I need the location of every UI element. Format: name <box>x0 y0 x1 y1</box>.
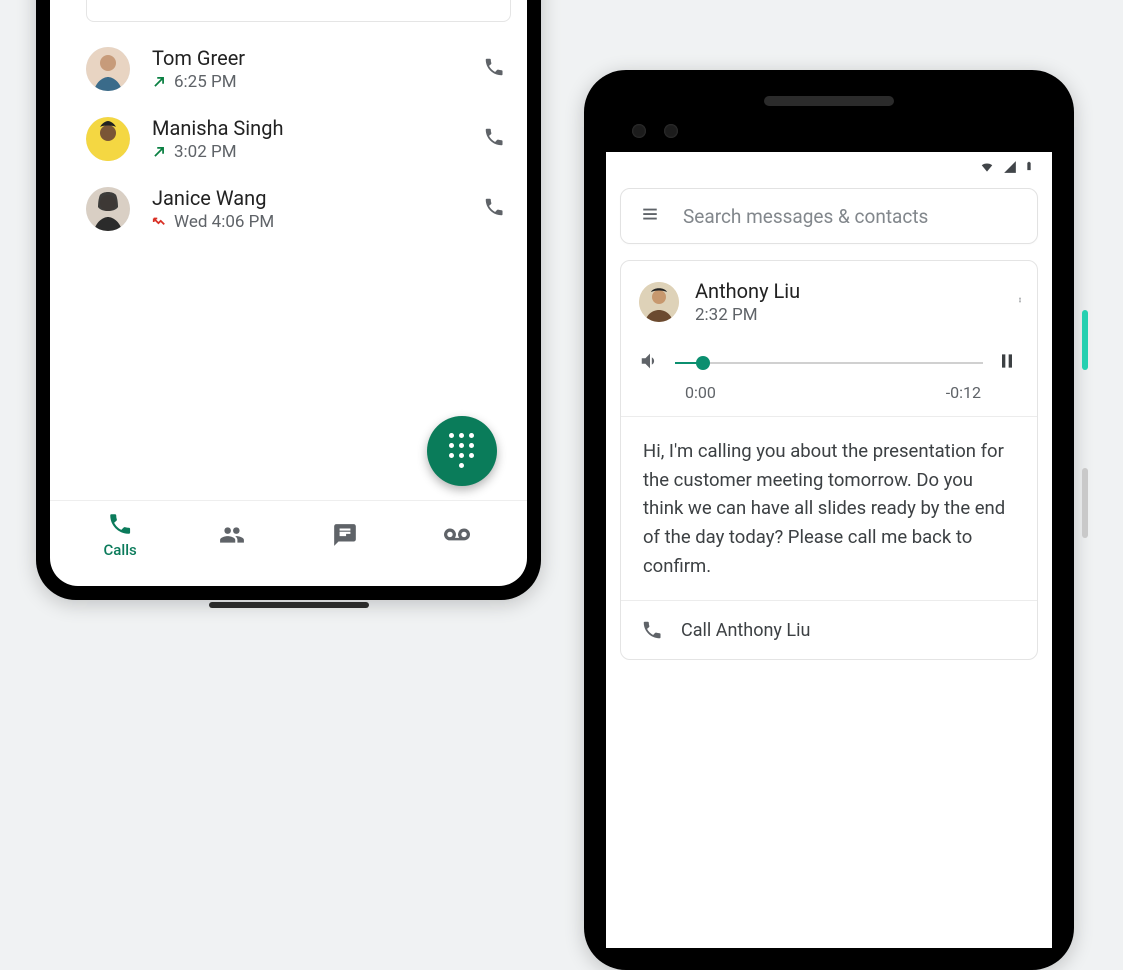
volume-button <box>1082 468 1088 538</box>
avatar <box>639 282 679 322</box>
avatar <box>86 47 130 91</box>
more-options-icon[interactable] <box>1017 289 1023 315</box>
tab-calls[interactable]: Calls <box>85 511 155 559</box>
bottom-nav: Calls <box>50 500 527 586</box>
voicemail-player <box>621 329 1037 383</box>
time-elapsed: 0:00 <box>685 383 716 402</box>
status-bar <box>606 152 1052 180</box>
search-placeholder: Search messages & contacts <box>683 205 928 228</box>
phone-icon[interactable] <box>483 126 505 152</box>
tab-contacts[interactable] <box>197 522 267 548</box>
right-phone-device: Search messages & contacts Anthony Liu 2… <box>584 70 1074 970</box>
progress-knob[interactable] <box>696 356 710 370</box>
dialpad-icon <box>449 433 475 469</box>
call-name: Janice Wang <box>152 186 483 210</box>
call-time: Wed 4:06 PM <box>174 212 274 232</box>
call-name: Manisha Singh <box>152 116 483 140</box>
player-times: 0:00 -0:12 <box>621 383 1037 416</box>
dialpad-fab[interactable] <box>427 416 497 486</box>
missed-call-icon <box>152 215 166 229</box>
front-sensor <box>664 124 678 138</box>
earpiece <box>764 96 894 106</box>
phone-icon[interactable] <box>483 196 505 222</box>
search-bar[interactable]: Search messages & contacts <box>620 188 1038 244</box>
call-back-button[interactable]: Call Anthony Liu <box>621 600 1037 659</box>
power-button <box>1082 310 1088 370</box>
outgoing-call-icon <box>152 75 166 89</box>
time-remaining: -0:12 <box>946 383 981 402</box>
volume-icon[interactable] <box>639 350 661 376</box>
call-time: 6:25 PM <box>174 72 237 92</box>
voicemail-from: Anthony Liu <box>695 279 1017 303</box>
tab-messages[interactable] <box>310 522 380 548</box>
phone-screen: Tom Greer 6:25 PM <box>50 0 527 586</box>
speaker-grille <box>209 602 369 608</box>
progress-bar[interactable] <box>675 353 983 373</box>
voicemail-header: Anthony Liu 2:32 PM <box>621 261 1037 329</box>
voicemail-time: 2:32 PM <box>695 305 1017 325</box>
left-phone-device: Tom Greer 6:25 PM <box>36 0 541 600</box>
call-row[interactable]: Manisha Singh 3:02 PM <box>86 104 505 174</box>
battery-icon <box>1024 158 1034 178</box>
signal-icon <box>1002 159 1018 178</box>
search-card-cutoff <box>86 0 511 22</box>
phone-bezel: Search messages & contacts Anthony Liu 2… <box>592 78 1066 962</box>
pause-icon[interactable] <box>997 349 1017 377</box>
outgoing-call-icon <box>152 145 166 159</box>
call-name: Tom Greer <box>152 46 483 70</box>
tab-calls-label: Calls <box>104 541 137 559</box>
voicemail-card: Anthony Liu 2:32 PM <box>620 260 1038 660</box>
tab-voicemail[interactable] <box>422 522 492 548</box>
front-camera <box>632 124 646 138</box>
avatar <box>86 187 130 231</box>
call-time: 3:02 PM <box>174 142 237 162</box>
wifi-icon <box>978 159 996 178</box>
phone-icon[interactable] <box>483 56 505 82</box>
call-row[interactable]: Tom Greer 6:25 PM <box>86 34 505 104</box>
phone-bezel: Tom Greer 6:25 PM <box>44 0 533 592</box>
call-back-label: Call Anthony Liu <box>681 620 810 641</box>
avatar <box>86 117 130 161</box>
menu-icon[interactable] <box>639 205 661 227</box>
voicemail-transcript: Hi, I'm calling you about the presentati… <box>621 416 1037 600</box>
phone-screen: Search messages & contacts Anthony Liu 2… <box>606 152 1052 948</box>
call-row[interactable]: Janice Wang Wed 4:06 PM <box>86 174 505 244</box>
